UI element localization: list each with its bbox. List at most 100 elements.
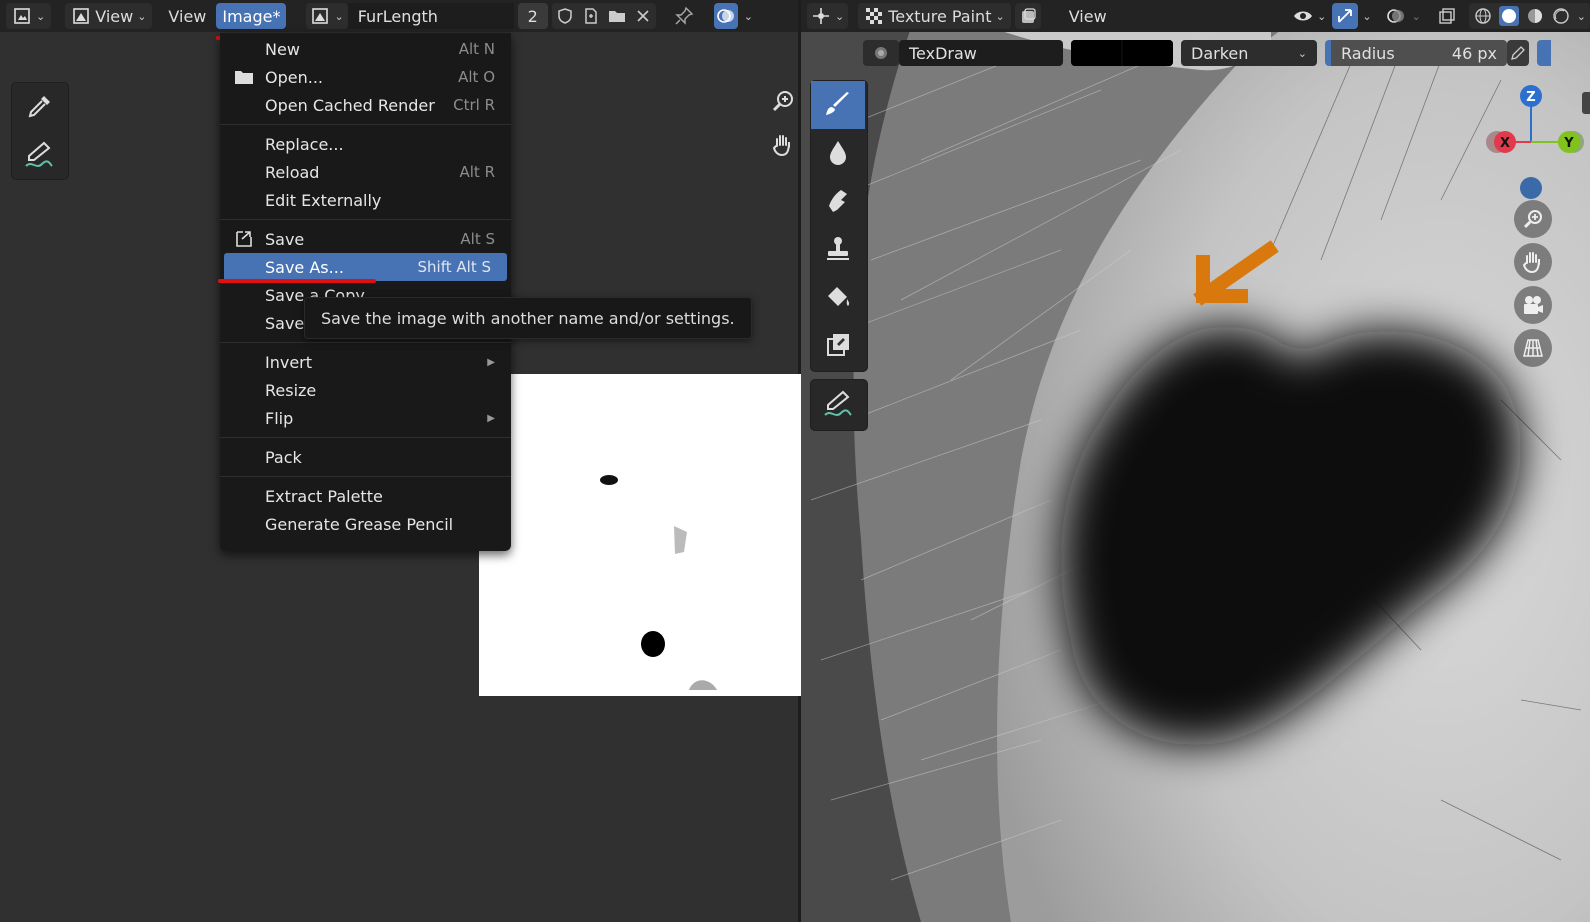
texture-image: [600, 475, 717, 690]
tool-draw[interactable]: [811, 81, 865, 129]
menu-view[interactable]: View: [162, 3, 212, 29]
menu-item-save[interactable]: Save Alt S: [220, 225, 511, 253]
mode-selector[interactable]: Texture Paint ⌄: [858, 3, 1011, 29]
menu-item-label: Extract Palette: [265, 486, 383, 506]
tool-mask[interactable]: [811, 321, 865, 369]
pressure-toggle[interactable]: [1507, 40, 1529, 66]
solid-shading-icon[interactable]: [1498, 6, 1519, 26]
zoom-button[interactable]: [1514, 200, 1552, 238]
blend-mode-dropdown[interactable]: Darken ⌄: [1181, 40, 1317, 66]
menu-image[interactable]: Image*: [216, 3, 287, 29]
editor-type-button[interactable]: ⌄: [807, 3, 849, 29]
chevron-down-icon: ⌄: [334, 9, 344, 23]
more-settings-tab[interactable]: [1537, 40, 1551, 66]
tool-annotate[interactable]: [12, 131, 66, 179]
editor-type-button[interactable]: ⌄: [6, 3, 52, 29]
menu-item-flip[interactable]: Flip ▶: [220, 404, 511, 432]
overlay-toggle[interactable]: [713, 3, 738, 29]
chevron-down-icon: ⌄: [36, 9, 46, 23]
menu-item-extract-palette[interactable]: Extract Palette: [220, 482, 511, 510]
menu-item-shortcut: Shift Alt S: [417, 258, 491, 276]
menu-item-generate-grease-pencil[interactable]: Generate Grease Pencil: [220, 510, 511, 538]
menu-item-label: Resize: [265, 380, 317, 400]
menu-item-resize[interactable]: Resize: [220, 376, 511, 404]
menu-item-shortcut: Ctrl R: [453, 96, 495, 114]
paint-mask-toggle[interactable]: [1014, 3, 1041, 29]
xray-toggle[interactable]: [1435, 3, 1459, 29]
zoom-button[interactable]: [764, 82, 802, 120]
menu-item-replace[interactable]: Replace...: [220, 130, 511, 158]
menu-item-save-as[interactable]: Save As... Shift Alt S: [224, 253, 507, 281]
tool-sample[interactable]: [12, 83, 66, 131]
open-folder-icon[interactable]: [607, 6, 627, 26]
material-shading-icon[interactable]: [1525, 6, 1545, 26]
image-toolbar: [11, 82, 69, 180]
tool-clone[interactable]: [811, 225, 865, 273]
submenu-arrow-icon: ▶: [487, 412, 495, 424]
perspective-toggle-button[interactable]: [1514, 329, 1552, 367]
wireframe-shading-icon[interactable]: [1473, 6, 1493, 26]
mode-label: Texture Paint: [888, 6, 992, 26]
menu-separator: [220, 124, 511, 125]
soften-drop-icon: [830, 141, 846, 165]
tool-annotate[interactable]: [811, 380, 865, 428]
new-image-icon[interactable]: [581, 6, 601, 26]
annotate-icon: [25, 141, 53, 167]
grid-perspective-icon: [1523, 339, 1543, 357]
menu-item-edit-externally[interactable]: Edit Externally: [220, 186, 511, 214]
brush-name-field[interactable]: TexDraw: [899, 40, 1063, 66]
tool-smear[interactable]: [811, 177, 865, 225]
image-canvas[interactable]: [479, 374, 801, 696]
menu-item-reload[interactable]: Reload Alt R: [220, 158, 511, 186]
menu-item-pack[interactable]: Pack: [220, 443, 511, 471]
menu-item-shortcut: Alt S: [460, 230, 495, 248]
image-name-field[interactable]: FurLength: [347, 3, 514, 29]
menu-item-label: Save: [265, 313, 305, 333]
3d-viewport[interactable]: ⌄ Texture Paint ⌄ View ⌄ ⌄ ⌄ ⌄ TexDraw D…: [801, 0, 1590, 922]
menu-item-open-cached-render[interactable]: Open Cached Render Ctrl R: [220, 91, 511, 119]
overlay-toggle[interactable]: [1384, 3, 1408, 29]
menu-item-open[interactable]: Open... Alt O: [220, 63, 511, 91]
radius-slider[interactable]: Radius 46 px: [1325, 40, 1507, 66]
menu-item-label: Flip: [265, 408, 294, 428]
xray-icon: [1437, 6, 1457, 26]
menu-separator: [220, 219, 511, 220]
3d-viewport-icon: [811, 6, 831, 26]
chevron-down-icon[interactable]: ⌄: [1412, 10, 1421, 23]
menu-item-invert[interactable]: Invert ▶: [220, 348, 511, 376]
pin-icon[interactable]: [674, 6, 694, 26]
tool-fill[interactable]: [811, 273, 865, 321]
annotate-icon: [824, 390, 852, 416]
secondary-color-swatch[interactable]: [1123, 40, 1173, 66]
fill-bucket-icon: [828, 287, 850, 306]
menu-view[interactable]: View: [1063, 3, 1113, 29]
radius-value: 46 px: [1451, 43, 1497, 63]
brush-preview-button[interactable]: [863, 40, 899, 66]
blend-mode-label: Darken: [1191, 43, 1249, 63]
tool-soften[interactable]: [811, 129, 865, 177]
rendered-shading-icon[interactable]: [1551, 6, 1571, 26]
viewport-header: ⌄ Texture Paint ⌄ View ⌄ ⌄ ⌄ ⌄: [801, 0, 1590, 32]
visibility-button[interactable]: ⌄: [1291, 3, 1328, 29]
chevron-down-icon[interactable]: ⌄: [744, 10, 753, 23]
primary-color-swatch[interactable]: [1071, 40, 1121, 66]
sidebar-toggle[interactable]: [1582, 92, 1590, 114]
image-menu-dropdown: New Alt N Open... Alt O Open Cached Render…: [220, 33, 511, 551]
image-browse-button[interactable]: ⌄: [306, 3, 348, 29]
pan-button[interactable]: [764, 126, 802, 164]
viewport-render: [801, 0, 1590, 922]
fake-user-shield-icon[interactable]: [555, 6, 575, 26]
view-mode-button[interactable]: View ⌄: [65, 3, 153, 29]
gizmo-toggle[interactable]: [1332, 3, 1359, 29]
chevron-down-icon[interactable]: ⌄: [1362, 10, 1371, 23]
pan-button[interactable]: [1514, 243, 1552, 281]
unlink-close-icon[interactable]: [633, 6, 653, 26]
menu-item-label: Reload: [265, 162, 320, 182]
camera-view-button[interactable]: [1514, 286, 1552, 324]
paint-toolbar: [810, 80, 868, 372]
menu-item-label: Pack: [265, 447, 302, 467]
menu-item-new[interactable]: New Alt N: [220, 35, 511, 63]
gizmo-neg-z[interactable]: [1520, 177, 1542, 199]
navigation-gizmo[interactable]: Z X Y: [1477, 80, 1587, 200]
zoom-icon: [772, 91, 793, 112]
